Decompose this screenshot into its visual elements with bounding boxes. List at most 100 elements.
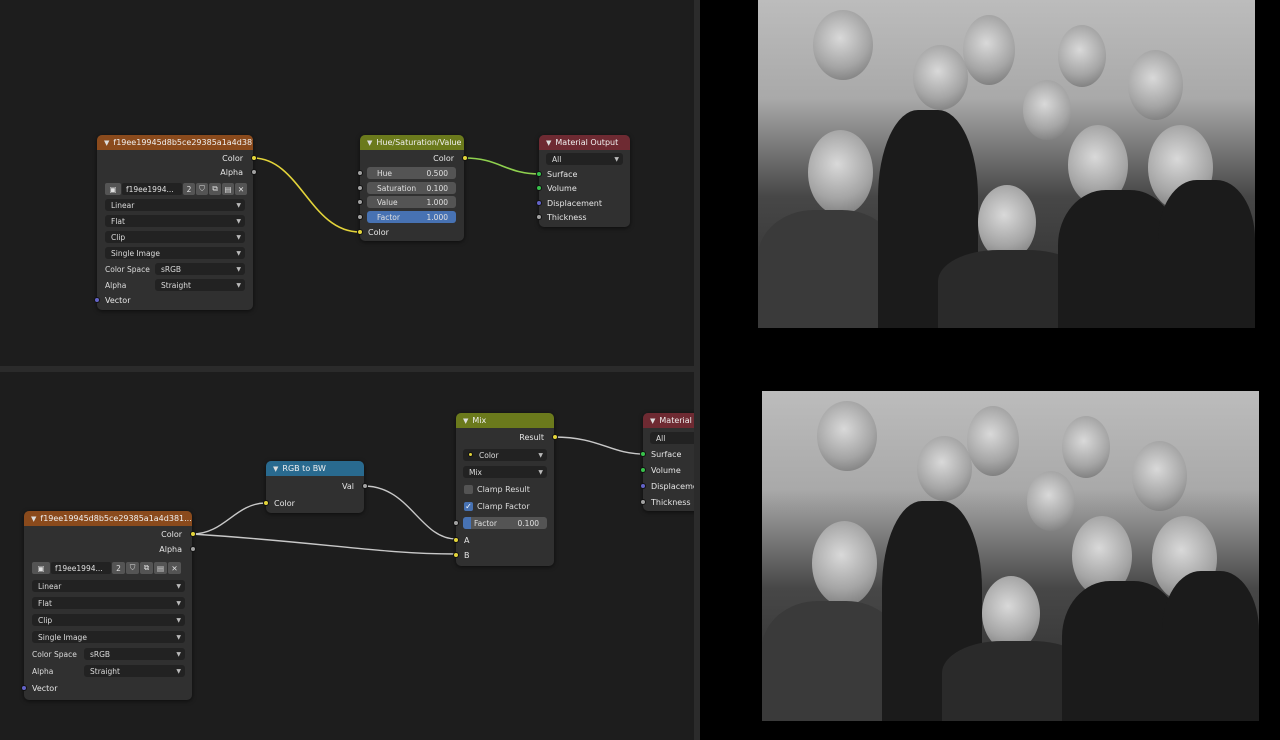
socket-thickness-in[interactable] (536, 214, 542, 220)
interpolation-dropdown[interactable]: Linear ▼ (105, 199, 245, 211)
chevron-down-icon: ▼ (176, 599, 181, 607)
mix-node[interactable]: ▼ Mix Result Color ▼ Mix ▼ Clamp Result ✓ Cl… (453, 413, 558, 566)
socket-color-in[interactable] (357, 229, 363, 235)
socket-val-out[interactable] (362, 483, 368, 489)
factor-slider[interactable]: Factor 0.100 (463, 517, 547, 529)
output-alpha: Alpha (220, 167, 243, 177)
socket-value-in[interactable] (357, 199, 363, 205)
open-folder-icon[interactable]: ▤ (222, 183, 234, 195)
image-texture-header[interactable]: ▼ f19ee19945d8b5ce29385a1a4d381... (24, 511, 192, 526)
image-users-count[interactable]: 2 (112, 562, 125, 574)
chevron-down-icon: ▼ (538, 468, 543, 476)
socket-vector-in[interactable] (94, 297, 100, 303)
collapse-chevron-icon[interactable]: ▼ (650, 417, 655, 425)
link-image-to-mix-b (191, 533, 457, 555)
socket-displacement-in[interactable] (536, 200, 542, 206)
source-dropdown[interactable]: Single Image ▼ (32, 631, 185, 643)
image-selector[interactable]: ▣ f19ee1994... 2 ⛉ ⧉ ▤ ✕ (105, 183, 248, 195)
top-node-editor[interactable]: ▼ f19ee19945d8b5ce29385a1a4d381... Color … (0, 0, 694, 366)
socket-factor-in[interactable] (453, 520, 459, 526)
material-output-node[interactable]: ▼ Material Output All ▼ Surface Volume Dis… (536, 135, 630, 227)
image-name-field[interactable]: f19ee1994... (122, 183, 182, 195)
image-users-count[interactable]: 2 (183, 183, 195, 195)
hsv-header[interactable]: ▼ Hue/Saturation/Value (360, 135, 464, 150)
material-output-header[interactable]: ▼ Material Output (539, 135, 630, 150)
unlink-close-icon[interactable]: ✕ (235, 183, 247, 195)
rgb-to-bw-header[interactable]: ▼ RGB to BW (266, 461, 364, 476)
socket-hue-in[interactable] (357, 170, 363, 176)
socket-color-in[interactable] (263, 500, 269, 506)
chevron-down-icon: ▼ (614, 155, 619, 163)
alpha-dropdown[interactable]: Straight ▼ (155, 279, 245, 291)
rgb-to-bw-node[interactable]: ▼ RGB to BW Val Color (263, 461, 368, 513)
socket-displacement-in[interactable] (640, 483, 646, 489)
socket-alpha-out[interactable] (190, 546, 196, 552)
data-type-dropdown[interactable]: Color ▼ (463, 449, 547, 461)
image-texture-node[interactable]: ▼ f19ee19945d8b5ce29385a1a4d381... Color … (21, 511, 196, 700)
factor-fill (463, 517, 471, 529)
material-output-node[interactable]: ▼ Material O All Surface Volume Displacem… (640, 413, 694, 511)
bottom-render-preview[interactable] (700, 372, 1280, 740)
clamp-result-checkbox[interactable]: Clamp Result (464, 483, 530, 495)
target-dropdown[interactable]: All (650, 432, 694, 444)
collapse-chevron-icon[interactable]: ▼ (546, 139, 551, 147)
socket-result-out[interactable] (552, 434, 558, 440)
duplicate-icon[interactable]: ⧉ (140, 562, 153, 574)
socket-color-out[interactable] (462, 155, 468, 161)
socket-factor-in[interactable] (357, 214, 363, 220)
open-folder-icon[interactable]: ▤ (154, 562, 167, 574)
alpha-dropdown[interactable]: Straight ▼ (84, 665, 185, 677)
image-name-field[interactable]: f19ee1994... (51, 562, 111, 574)
extension-dropdown[interactable]: Clip ▼ (32, 614, 185, 626)
socket-a-in[interactable] (453, 537, 459, 543)
alpha-label: Alpha (32, 667, 54, 676)
image-browse-icon[interactable]: ▣ (105, 183, 121, 195)
target-dropdown[interactable]: All ▼ (546, 153, 623, 165)
collapse-chevron-icon[interactable]: ▼ (31, 515, 36, 523)
socket-vector-in[interactable] (21, 685, 27, 691)
clamp-factor-checkbox[interactable]: ✓ Clamp Factor (464, 500, 530, 512)
socket-color-out[interactable] (251, 155, 257, 161)
collapse-chevron-icon[interactable]: ▼ (104, 139, 109, 147)
person-head (813, 10, 873, 80)
interpolation-dropdown[interactable]: Linear ▼ (32, 580, 185, 592)
socket-surface-in[interactable] (640, 451, 646, 457)
socket-surface-in[interactable] (536, 171, 542, 177)
source-dropdown[interactable]: Single Image ▼ (105, 247, 245, 259)
link-hsv-to-output (463, 157, 541, 175)
extension-dropdown[interactable]: Clip ▼ (105, 231, 245, 243)
saturation-slider[interactable]: Saturation 0.100 (367, 182, 456, 194)
material-output-header[interactable]: ▼ Material O (643, 413, 694, 428)
collapse-chevron-icon[interactable]: ▼ (463, 417, 468, 425)
blend-mode-dropdown[interactable]: Mix ▼ (463, 466, 547, 478)
factor-slider[interactable]: Factor 1.000 (367, 211, 456, 223)
fake-user-icon[interactable]: ⛉ (126, 562, 139, 574)
image-selector[interactable]: ▣ f19ee1994... 2 ⛉ ⧉ ▤ ✕ (32, 562, 182, 574)
socket-alpha-out[interactable] (251, 169, 257, 175)
unlink-close-icon[interactable]: ✕ (168, 562, 181, 574)
bottom-node-editor[interactable]: ▼ f19ee19945d8b5ce29385a1a4d381... Color … (0, 372, 694, 740)
hsv-node[interactable]: ▼ Hue/Saturation/Value Color Hue 0.500 Sat… (357, 135, 468, 241)
projection-dropdown[interactable]: Flat ▼ (32, 597, 185, 609)
image-browse-icon[interactable]: ▣ (32, 562, 50, 574)
image-texture-node[interactable]: ▼ f19ee19945d8b5ce29385a1a4d381... Color … (94, 135, 257, 310)
image-texture-header[interactable]: ▼ f19ee19945d8b5ce29385a1a4d381... (97, 135, 253, 150)
socket-volume-in[interactable] (536, 185, 542, 191)
socket-b-in[interactable] (453, 552, 459, 558)
value-slider[interactable]: Value 1.000 (367, 196, 456, 208)
mix-header[interactable]: ▼ Mix (456, 413, 554, 428)
input-color: Color (274, 498, 295, 508)
color-space-dropdown[interactable]: sRGB ▼ (155, 263, 245, 275)
socket-saturation-in[interactable] (357, 185, 363, 191)
color-space-dropdown[interactable]: sRGB ▼ (84, 648, 185, 660)
top-render-preview[interactable] (700, 0, 1280, 370)
socket-volume-in[interactable] (640, 467, 646, 473)
projection-dropdown[interactable]: Flat ▼ (105, 215, 245, 227)
collapse-chevron-icon[interactable]: ▼ (273, 465, 278, 473)
duplicate-icon[interactable]: ⧉ (209, 183, 221, 195)
hue-slider[interactable]: Hue 0.500 (367, 167, 456, 179)
collapse-chevron-icon[interactable]: ▼ (367, 139, 372, 147)
socket-color-out[interactable] (190, 531, 196, 537)
socket-thickness-in[interactable] (640, 499, 646, 505)
fake-user-icon[interactable]: ⛉ (196, 183, 208, 195)
